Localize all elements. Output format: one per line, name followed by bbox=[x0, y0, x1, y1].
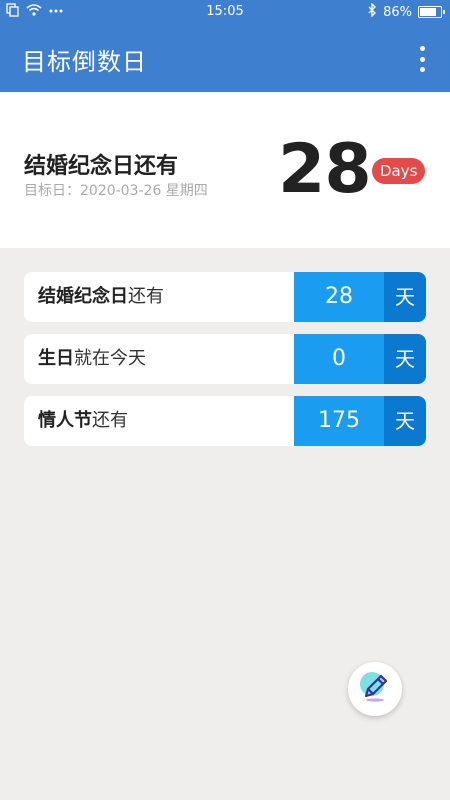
days-badge: Days bbox=[372, 158, 426, 184]
event-label: 结婚纪念日还有 bbox=[24, 272, 294, 322]
event-row[interactable]: 生日就在今天 0 天 bbox=[24, 334, 426, 384]
event-unit: 天 bbox=[384, 396, 426, 446]
event-unit: 天 bbox=[384, 334, 426, 384]
event-days: 175 bbox=[294, 396, 384, 446]
event-label: 生日就在今天 bbox=[24, 334, 294, 384]
event-unit: 天 bbox=[384, 272, 426, 322]
event-row[interactable]: 情人节还有 175 天 bbox=[24, 396, 426, 446]
event-name: 结婚纪念日 bbox=[38, 286, 128, 307]
battery-fill bbox=[420, 8, 437, 16]
app-bar: 目标倒数日 bbox=[0, 24, 450, 92]
event-suffix: 就在今天 bbox=[74, 348, 146, 369]
hero-countdown-number: 28 bbox=[278, 130, 372, 209]
event-name: 情人节 bbox=[38, 410, 92, 431]
event-list: 结婚纪念日还有 28 天 生日就在今天 0 天 情人节还有 175 天 bbox=[24, 272, 426, 458]
more-vert-icon[interactable] bbox=[414, 46, 430, 72]
bluetooth-icon bbox=[367, 2, 377, 21]
hero-card[interactable]: 结婚纪念日还有 目标日：2020-03-26 星期四 28 Days bbox=[0, 92, 450, 248]
status-bar: 15:05 86% bbox=[0, 0, 450, 24]
edit-pencil-icon bbox=[355, 667, 395, 711]
event-name: 生日 bbox=[38, 348, 74, 369]
status-right: 86% bbox=[367, 2, 445, 21]
app-title: 目标倒数日 bbox=[22, 48, 147, 76]
event-row[interactable]: 结婚纪念日还有 28 天 bbox=[24, 272, 426, 322]
event-suffix: 还有 bbox=[128, 286, 164, 307]
hero-target-date: 目标日：2020-03-26 星期四 bbox=[24, 183, 208, 199]
hero-title: 结婚纪念日还有 bbox=[24, 154, 179, 179]
edit-fab-button[interactable] bbox=[348, 662, 402, 716]
battery-icon bbox=[418, 6, 445, 18]
event-days: 0 bbox=[294, 334, 384, 384]
event-label: 情人节还有 bbox=[24, 396, 294, 446]
event-days: 28 bbox=[294, 272, 384, 322]
event-suffix: 还有 bbox=[92, 410, 128, 431]
battery-percent: 86% bbox=[383, 4, 412, 20]
